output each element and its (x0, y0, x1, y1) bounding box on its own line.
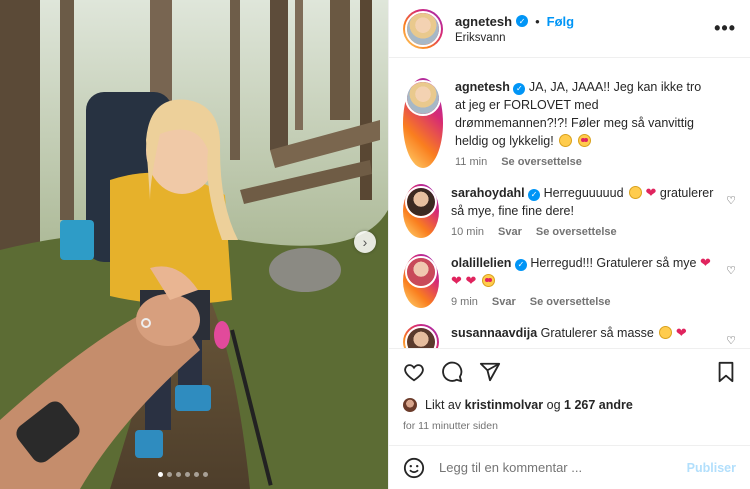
post-actions: Likt av kristinmolvar og 1 267 andre for… (389, 348, 750, 432)
commenter-avatar[interactable] (403, 324, 439, 348)
like-icon[interactable] (403, 361, 425, 383)
comments-list: agnetesh ✓ JA, JA, JAAA!! Jeg kan ikke t… (389, 58, 750, 348)
next-slide-button[interactable]: › (354, 231, 376, 253)
heart-eyes-emoji-icon (481, 274, 495, 287)
publish-button[interactable]: Publiser (687, 461, 736, 475)
crying-emoji-icon (559, 134, 573, 147)
more-options-icon[interactable]: ••• (714, 18, 736, 39)
author-username[interactable]: agnetesh (455, 14, 512, 29)
commenter-avatar[interactable] (403, 184, 439, 238)
comment-username[interactable]: olalillelien (451, 256, 511, 270)
carousel-dot (167, 472, 172, 477)
caption-time[interactable]: 11 min (455, 156, 487, 168)
raised-hands-emoji-icon (659, 326, 673, 339)
verified-icon: ✓ (513, 83, 526, 95)
likes-count-link[interactable]: 1 267 andre (564, 398, 633, 412)
comment-text: Herregud!!! Gratulerer så mye (530, 256, 697, 270)
carousel-dot (176, 472, 181, 477)
post-timestamp[interactable]: for 11 minutter siden (403, 420, 736, 432)
carousel-dot (185, 472, 190, 477)
verified-icon: ✓ (514, 259, 527, 271)
like-comment-icon[interactable]: ♡ (726, 264, 736, 277)
caption-avatar[interactable] (403, 78, 443, 168)
verified-icon: ✓ (516, 15, 529, 27)
author-avatar[interactable] (403, 8, 443, 49)
carousel-dot (203, 472, 208, 477)
post-photo[interactable]: › (0, 0, 388, 489)
likes-summary: Likt av kristinmolvar og 1 267 andre (403, 398, 736, 412)
comment-item: susannaavdija Gratulerer så masse ❤ ♡ (403, 324, 736, 348)
post-sidebar: agnetesh ✓ • Følg Eriksvann ••• agnetesh… (388, 0, 750, 489)
comment-item: olalillelien ✓ Herregud!!! Gratulerer så… (403, 254, 736, 308)
carousel-dot (194, 472, 199, 477)
emoji-picker-icon[interactable] (403, 457, 425, 479)
like-comment-icon[interactable]: ♡ (726, 194, 736, 207)
red-heart-icon: ❤ (675, 325, 687, 340)
liker-username[interactable]: kristinmolvar (465, 398, 544, 412)
comment-text: Herreguuuuud (543, 186, 624, 200)
caption: agnetesh ✓ JA, JA, JAAA!! Jeg kan ikke t… (403, 78, 736, 168)
add-comment-bar: Publiser (389, 445, 750, 489)
add-comment-input[interactable] (439, 460, 687, 475)
liker-avatar[interactable] (403, 398, 417, 412)
comment-icon[interactable] (441, 361, 463, 383)
comment-username[interactable]: sarahoydahl (451, 186, 525, 200)
verified-icon: ✓ (528, 189, 541, 201)
carousel-dots (158, 472, 208, 477)
commenter-avatar[interactable] (403, 254, 439, 308)
share-icon[interactable] (479, 361, 501, 383)
red-heart-icon: ❤ (645, 185, 657, 200)
bookmark-icon[interactable] (716, 361, 736, 383)
follow-button[interactable]: Følg (547, 14, 574, 29)
carousel-dot (158, 472, 163, 477)
see-translation-link[interactable]: Se oversettelse (501, 156, 582, 168)
crying-emoji-icon (629, 186, 643, 199)
comment-time[interactable]: 9 min (451, 296, 478, 308)
post-location[interactable]: Eriksvann (455, 32, 714, 44)
caption-username[interactable]: agnetesh (455, 80, 510, 94)
reply-button[interactable]: Svar (492, 296, 516, 308)
reply-button[interactable]: Svar (498, 226, 522, 238)
heart-eyes-emoji-icon (577, 134, 591, 147)
separator: • (535, 13, 540, 29)
comment-text: Gratulerer så masse (540, 326, 654, 340)
see-translation-link[interactable]: Se oversettelse (530, 296, 611, 308)
post-header: agnetesh ✓ • Følg Eriksvann ••• (389, 0, 750, 58)
comment-item: sarahoydahl ✓ Herreguuuuud ❤ gratulerer … (403, 184, 736, 238)
photo-illustration (0, 0, 388, 489)
see-translation-link[interactable]: Se oversettelse (536, 226, 617, 238)
likes-prefix: Likt av (425, 398, 462, 412)
likes-connector: og (546, 398, 561, 412)
comment-username[interactable]: susannaavdija (451, 326, 537, 340)
like-comment-icon[interactable]: ♡ (726, 334, 736, 347)
comment-time[interactable]: 10 min (451, 226, 484, 238)
